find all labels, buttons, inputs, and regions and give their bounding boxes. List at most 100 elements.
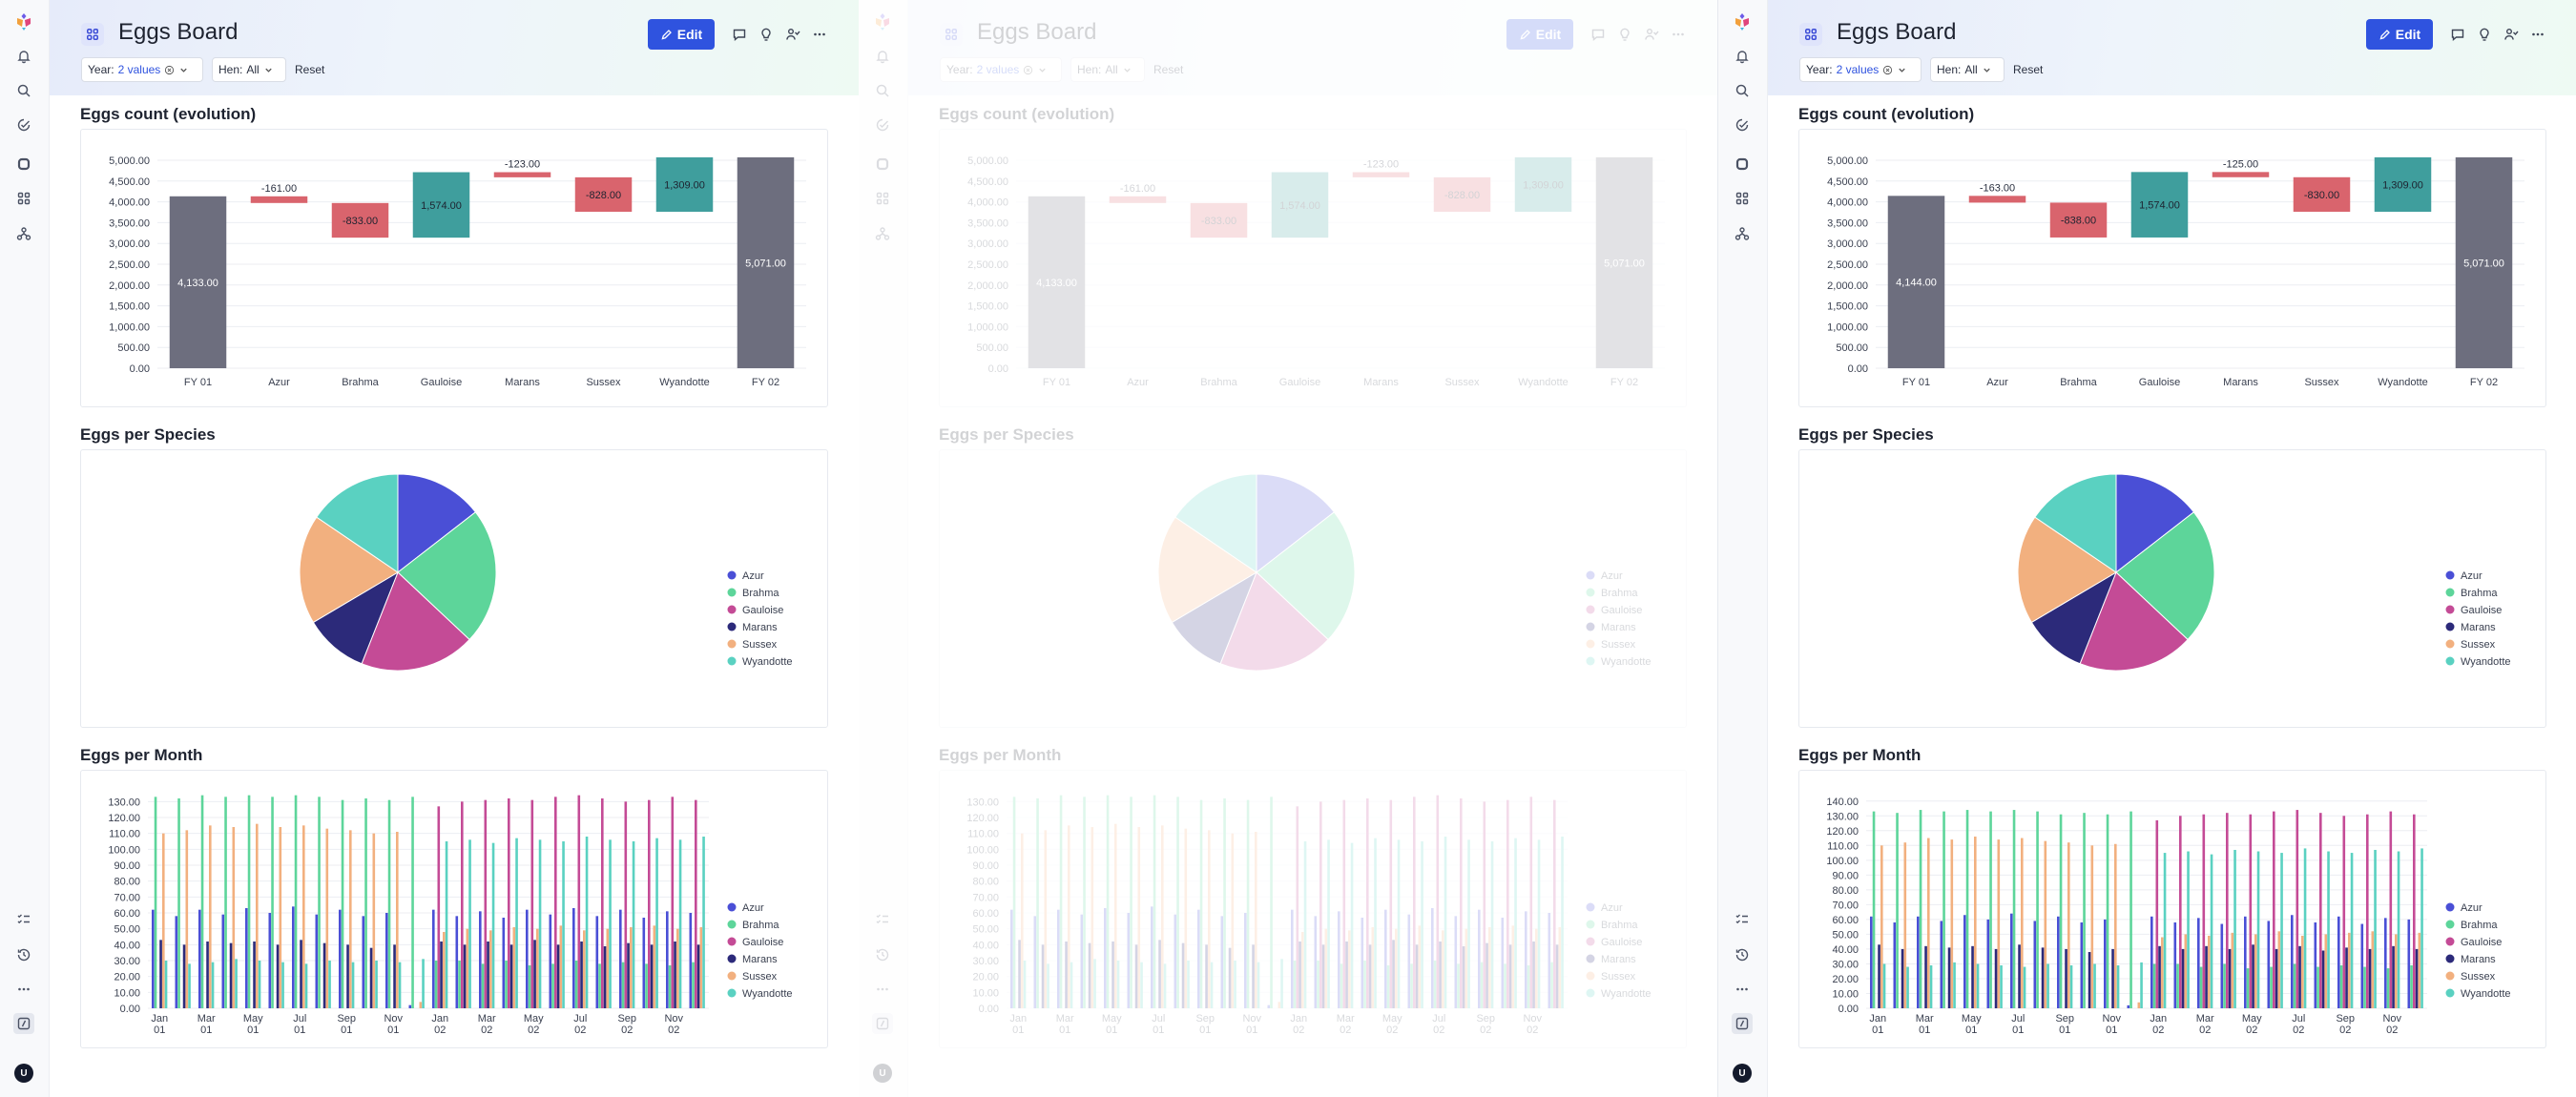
bar-sussex[interactable] <box>466 928 469 1008</box>
bar-wyandotte[interactable] <box>1280 959 1283 1008</box>
bar-brahma[interactable] <box>1896 813 1899 1008</box>
bar-wyandotte[interactable] <box>258 961 261 1008</box>
checklist-icon[interactable] <box>1732 909 1753 930</box>
bar-azur[interactable] <box>1314 916 1318 1008</box>
ellipsis-icon[interactable] <box>810 25 829 44</box>
bar-brahma[interactable] <box>1919 810 1922 1008</box>
bar-marans[interactable] <box>2298 945 2301 1008</box>
bar-marans[interactable] <box>1111 942 1114 1008</box>
bar-brahma[interactable] <box>528 965 531 1008</box>
bar-azur[interactable] <box>2220 923 2224 1008</box>
sidebar-toggle-icon[interactable] <box>872 1013 893 1034</box>
bar-marans[interactable] <box>696 944 700 1008</box>
bar-sussex[interactable] <box>325 828 329 1008</box>
bar-sussex[interactable] <box>536 928 539 1008</box>
bar-azur[interactable] <box>2337 916 2340 1008</box>
bar-azur[interactable] <box>2197 918 2200 1008</box>
bar-marans[interactable] <box>369 947 373 1008</box>
bar-wyandotte[interactable] <box>351 962 355 1008</box>
bar-sussex[interactable] <box>1418 925 1422 1008</box>
bar-sussex[interactable] <box>1021 833 1024 1008</box>
bar-brahma[interactable] <box>1872 811 1876 1008</box>
bar-sussex[interactable] <box>1324 928 1328 1008</box>
bar-sussex[interactable] <box>1880 845 1883 1008</box>
bar-marans[interactable] <box>1971 945 1974 1008</box>
bar-sussex[interactable] <box>1927 838 1930 1008</box>
bar-sussex[interactable] <box>2277 931 2281 1008</box>
square-icon[interactable] <box>1732 154 1753 175</box>
bar-marans[interactable] <box>2368 948 2372 1008</box>
bar-wyandotte[interactable] <box>1906 966 1909 1008</box>
bar-azur[interactable] <box>2384 918 2387 1008</box>
bar-sussex[interactable] <box>559 925 563 1008</box>
logo-icon[interactable] <box>1732 11 1753 32</box>
bar-gauloise[interactable] <box>2202 814 2206 1008</box>
bar-azur[interactable] <box>2127 1004 2130 1008</box>
bar-sussex[interactable] <box>1488 927 1491 1008</box>
bar-wyandotte[interactable] <box>1257 962 1260 1008</box>
bar-wyandotte[interactable] <box>609 839 612 1008</box>
bar-azur[interactable] <box>2267 921 2271 1008</box>
bar-brahma[interactable] <box>1176 797 1179 1008</box>
bar-sussex[interactable] <box>209 825 212 1008</box>
bar-brahma[interactable] <box>1457 963 1460 1008</box>
bar-wyandotte[interactable] <box>304 963 308 1008</box>
search-icon[interactable] <box>1732 80 1753 101</box>
bar-marans[interactable] <box>159 940 162 1008</box>
sidebar-toggle-icon[interactable] <box>13 1013 34 1034</box>
bar-azur[interactable] <box>1407 914 1411 1008</box>
bar-wyandotte[interactable] <box>1537 839 1541 1008</box>
waterfall-bar[interactable] <box>1109 196 1167 203</box>
bar-brahma[interactable] <box>2270 966 2273 1008</box>
sidebar-toggle-icon[interactable] <box>1732 1013 1753 1034</box>
bar-wyandotte[interactable] <box>1490 841 1494 1008</box>
bar-marans[interactable] <box>1158 940 1161 1008</box>
bar-azur[interactable] <box>1338 911 1340 1008</box>
bar-gauloise[interactable] <box>2342 816 2346 1008</box>
bar-azur[interactable] <box>502 918 506 1008</box>
bar-sussex[interactable] <box>630 927 633 1008</box>
bar-azur[interactable] <box>1033 916 1037 1008</box>
bar-gauloise[interactable] <box>601 798 604 1008</box>
comment-icon[interactable] <box>2448 25 2467 44</box>
bar-wyandotte[interactable] <box>1093 959 1096 1008</box>
bar-marans[interactable] <box>1994 948 1998 1008</box>
bar-sussex[interactable] <box>676 928 679 1008</box>
bar-marans[interactable] <box>2111 948 2114 1008</box>
bar-sussex[interactable] <box>1208 830 1211 1008</box>
bar-wyandotte[interactable] <box>2374 849 2377 1008</box>
bar-marans[interactable] <box>1298 942 1301 1008</box>
bar-wyandotte[interactable] <box>2187 851 2190 1008</box>
bar-sussex[interactable] <box>2044 840 2047 1008</box>
bar-marans[interactable] <box>206 942 209 1008</box>
bar-marans[interactable] <box>1321 944 1325 1008</box>
org-chart-icon[interactable] <box>13 223 34 244</box>
bar-azur[interactable] <box>2360 923 2364 1008</box>
bar-sussex[interactable] <box>162 833 165 1008</box>
bar-azur[interactable] <box>1244 913 1247 1008</box>
bar-azur[interactable] <box>152 909 155 1008</box>
bar-gauloise[interactable] <box>437 806 441 1008</box>
bar-gauloise[interactable] <box>1366 798 1369 1008</box>
bar-wyandotte[interactable] <box>422 959 425 1008</box>
bar-marans[interactable] <box>2158 945 2161 1008</box>
history-icon[interactable] <box>13 944 34 965</box>
bar-marans[interactable] <box>1345 942 1348 1008</box>
bar-brahma[interactable] <box>434 961 438 1008</box>
bar-brahma[interactable] <box>1223 798 1226 1008</box>
bar-marans[interactable] <box>556 944 560 1008</box>
square-icon[interactable] <box>872 154 893 175</box>
bar-brahma[interactable] <box>458 961 461 1008</box>
hen-filter[interactable]: Hen: All <box>212 57 286 82</box>
bar-azur[interactable] <box>1010 909 1013 1008</box>
bar-sussex[interactable] <box>2371 931 2375 1008</box>
bar-wyandotte[interactable] <box>1023 961 1027 1008</box>
bar-brahma[interactable] <box>574 961 578 1008</box>
bar-wyandotte[interactable] <box>164 961 168 1008</box>
bar-sussex[interactable] <box>2067 842 2070 1008</box>
bar-azur[interactable] <box>221 914 225 1008</box>
bar-brahma[interactable] <box>2223 963 2226 1008</box>
bar-sussex[interactable] <box>1371 927 1375 1008</box>
bar-gauloise[interactable] <box>1319 801 1322 1008</box>
bar-wyandotte[interactable] <box>2303 848 2307 1008</box>
